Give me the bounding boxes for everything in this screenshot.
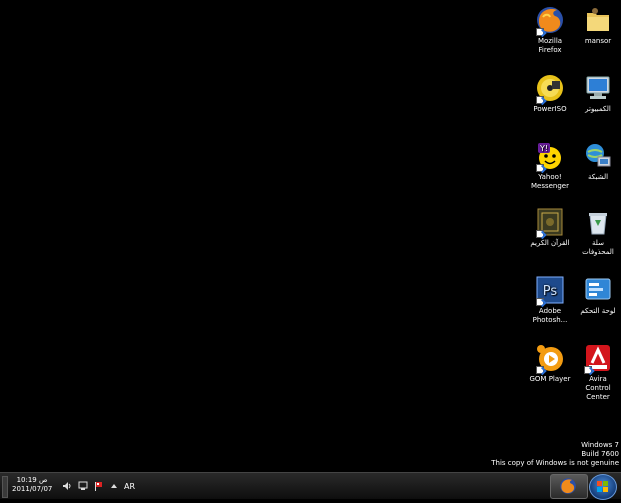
desktop-icon-yahoo-messenger[interactable]: Y! Yahoo! Messenger (528, 141, 572, 191)
desktop-icon-label: PowerISO (533, 105, 567, 113)
desktop-icon-label: الشبكة (587, 173, 609, 181)
desktop-icon-avira[interactable]: Avira Control Center (576, 343, 620, 402)
desktop-icon-network[interactable]: الشبكة (576, 141, 620, 182)
desktop-icon-computer[interactable]: الكمبيوتر (576, 73, 620, 114)
watermark-line-3: This copy of Windows is not genuine (491, 459, 619, 467)
windows-watermark: Windows 7 Build 7600 This copy of Window… (491, 441, 619, 468)
user-folder-icon (583, 5, 613, 35)
shortcut-arrow-icon (536, 230, 544, 238)
avira-icon (583, 343, 613, 374)
shortcut-arrow-icon (536, 366, 544, 374)
svg-text:Ps: Ps (543, 284, 558, 299)
clock-date: 2011/07/07 (12, 485, 53, 493)
computer-icon (583, 73, 613, 103)
desktop-icon-photoshop[interactable]: Ps Adobe Photosh... (528, 275, 572, 325)
shortcut-arrow-icon (536, 164, 544, 172)
firefox-taskbar-button[interactable] (550, 474, 588, 499)
desktop-icon-label: القرآن الكريم (530, 239, 570, 247)
desktop-icon-user-folder[interactable]: mansor (576, 5, 620, 46)
desktop-icon-label: سلة المحذوفات (582, 239, 614, 256)
yahoo-messenger-icon: Y! (535, 141, 565, 172)
firefox-icon (535, 5, 565, 36)
network-icon (583, 141, 613, 171)
desktop-icon-label: mansor (584, 37, 612, 45)
desktop-icon-label: Mozilla Firefox (537, 37, 563, 54)
watermark-line-2: Build 7600 (581, 450, 619, 458)
desktop-icon-label: Yahoo! Messenger (530, 173, 569, 190)
system-clock[interactable]: 10:19 ص 2011/07/07 (12, 476, 52, 494)
gom-player-icon (535, 343, 565, 374)
windows-logo-icon (597, 481, 608, 492)
desktop-icon-firefox[interactable]: Mozilla Firefox (528, 5, 572, 55)
shortcut-arrow-icon (536, 96, 544, 104)
action-center-flag-icon[interactable] (94, 481, 104, 491)
volume-icon[interactable] (62, 481, 72, 491)
recycle-bin-icon (583, 207, 613, 237)
photoshop-icon: Ps (535, 275, 565, 306)
language-indicator[interactable]: AR (124, 482, 135, 491)
network-tray-icon[interactable] (78, 481, 88, 491)
system-tray: AR (62, 479, 135, 493)
quran-icon (535, 207, 565, 238)
desktop-icon-label: Adobe Photosh... (532, 307, 568, 324)
watermark-line-1: Windows 7 (581, 441, 619, 449)
shortcut-arrow-icon (536, 28, 544, 36)
desktop-icon-poweriso[interactable]: PowerISO (528, 73, 572, 114)
desktop-icon-quran[interactable]: القرآن الكريم (528, 207, 572, 248)
desktop-icon-control-panel[interactable]: لوحة التحكم (576, 275, 620, 316)
desktop-icon-label: الكمبيوتر (585, 105, 611, 113)
desktop: Mozilla Firefox PowerISO Y! Yahoo! Messe… (0, 0, 621, 473)
control-panel-icon (583, 275, 613, 305)
windows-start-orb[interactable] (589, 474, 617, 500)
desktop-icon-gom-player[interactable]: GOM Player (528, 343, 572, 384)
poweriso-icon (535, 73, 565, 104)
firefox-taskbar-icon (560, 478, 576, 494)
desktop-icon-recycle-bin[interactable]: سلة المحذوفات (576, 207, 620, 257)
shortcut-arrow-icon (584, 366, 592, 374)
desktop-icon-label: لوحة التحكم (580, 307, 616, 315)
show-hidden-icons-arrow[interactable] (110, 481, 118, 491)
show-desktop-button[interactable] (2, 476, 8, 498)
desktop-icon-label: GOM Player (529, 375, 571, 383)
svg-text:Y!: Y! (539, 144, 548, 153)
desktop-icon-label: Avira Control Center (585, 375, 611, 401)
shortcut-arrow-icon (536, 298, 544, 306)
clock-time: 10:19 ص (16, 476, 48, 484)
taskbar: 10:19 ص 2011/07/07 AR (0, 472, 621, 500)
